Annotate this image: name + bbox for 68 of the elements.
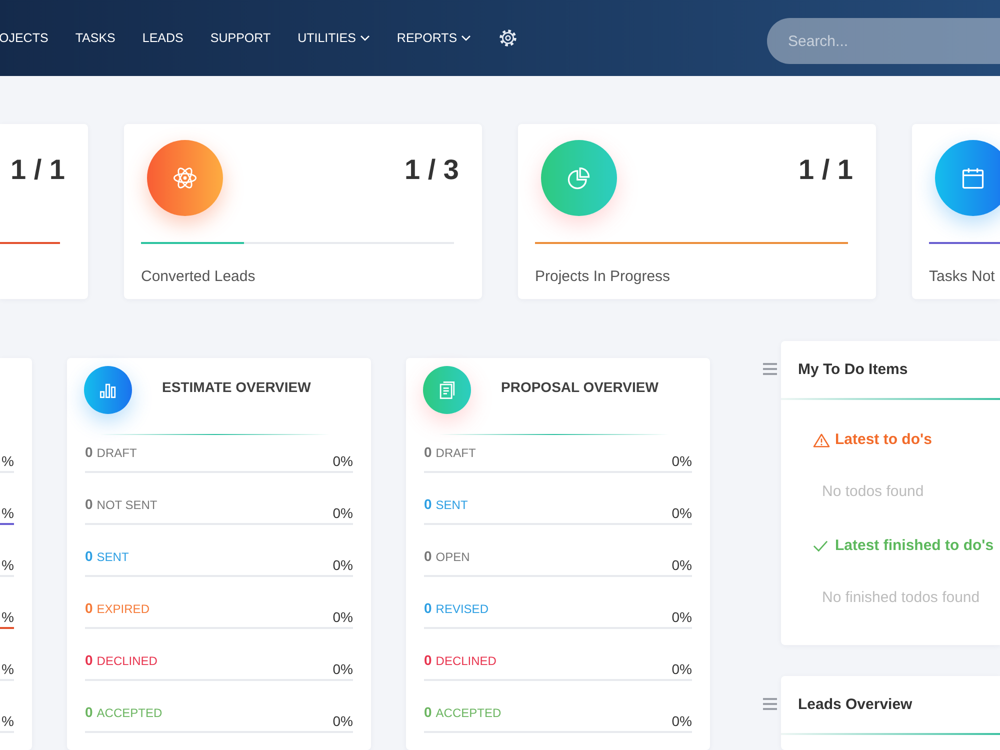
status-count: 0 [424, 704, 432, 720]
status-label: ACCEPTED [96, 705, 162, 721]
nav-link[interactable]: SUPPORT [210, 30, 271, 46]
nav-link[interactable]: TASKS [75, 30, 116, 46]
status-label: DECLINED [436, 653, 496, 669]
status-percent: % [2, 557, 14, 573]
bar-chart-icon [84, 366, 132, 414]
warning-icon [813, 432, 830, 448]
overview-title: PROPOSAL OVERVIEW [501, 379, 658, 395]
status-percent: 0% [672, 557, 692, 573]
status-count: 0 [85, 496, 93, 512]
status-percent: 0% [332, 661, 353, 677]
stat-label: Converted Leads [141, 267, 256, 287]
nav-link[interactable]: UTILITIES [298, 30, 370, 46]
status-label: SENT [436, 497, 468, 513]
status-percent: 0% [332, 453, 353, 469]
settings-icon[interactable] [498, 28, 518, 48]
status-label: REVISED [436, 601, 488, 617]
status-count: 0 [85, 444, 93, 460]
menu-icon[interactable] [763, 698, 777, 710]
status-percent: % [2, 609, 14, 625]
status-label: DRAFT [436, 445, 476, 461]
nav-link[interactable]: LEADS [142, 30, 184, 46]
section-heading: Latest finished to do's [835, 536, 994, 556]
nav-link[interactable]: REPORTS [396, 30, 472, 46]
status-percent: 0% [332, 713, 353, 729]
widget-title: My To Do Items [798, 360, 908, 380]
status-percent: 0% [332, 557, 353, 573]
status-count: 0 [424, 548, 432, 564]
status-percent: 0% [672, 609, 692, 625]
status-label: DECLINED [96, 653, 158, 669]
menu-icon[interactable] [763, 363, 777, 375]
status-percent: % [2, 713, 14, 729]
status-count: 0 [424, 444, 432, 460]
status-label: EXPIRED [96, 601, 150, 617]
status-label: ACCEPTED [436, 705, 502, 721]
stat-value: 1 / 1 [10, 155, 65, 185]
status-label: NOT SENT [96, 497, 158, 513]
empty-message: No finished todos found [822, 588, 980, 608]
status-count: 0 [85, 704, 93, 720]
status-count: 0 [424, 600, 432, 616]
status-count: 0 [85, 600, 93, 616]
status-percent: % [2, 661, 14, 677]
stat-label: Projects In Progress [535, 267, 670, 287]
document-icon [423, 366, 471, 414]
stat-value: 1 / 3 [404, 155, 459, 185]
status-percent: 0% [672, 661, 692, 677]
section-heading: Latest to do's [835, 430, 932, 450]
status-label: OPEN [436, 549, 470, 565]
stat-value: 1 / 1 [798, 155, 853, 185]
widget-title: Leads Overview [798, 694, 912, 714]
stat-label: Tasks Not [929, 267, 995, 287]
status-percent: 0% [672, 453, 692, 469]
check-icon [813, 540, 828, 552]
status-count: 0 [85, 652, 93, 668]
status-percent: 0% [672, 713, 692, 729]
status-label: DRAFT [96, 445, 137, 461]
status-count: 0 [424, 652, 432, 668]
status-percent: 0% [672, 505, 692, 521]
status-count: 0 [85, 548, 93, 564]
overview-title: ESTIMATE OVERVIEW [162, 379, 311, 395]
status-percent: 0% [332, 609, 353, 625]
status-percent: % [2, 505, 14, 521]
status-percent: % [2, 453, 14, 469]
empty-message: No todos found [822, 482, 924, 502]
status-percent: 0% [332, 505, 353, 521]
status-label: SENT [96, 549, 129, 565]
status-count: 0 [424, 496, 432, 512]
